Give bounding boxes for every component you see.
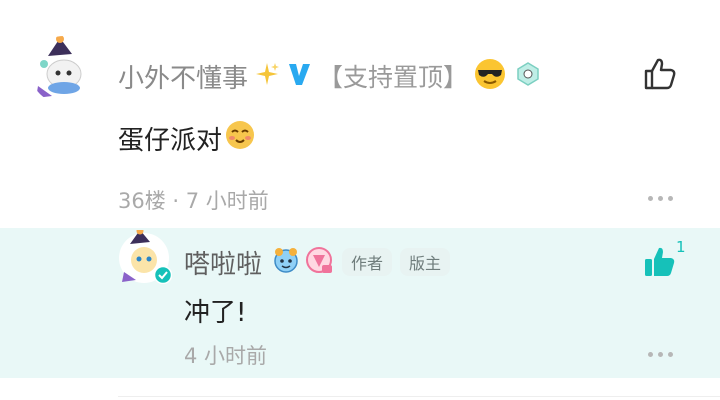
verified-v-icon [286, 61, 312, 91]
divider [118, 396, 720, 397]
reply-username[interactable]: 嗒啦啦 [184, 244, 262, 281]
pink-rank-badge-icon [304, 245, 334, 279]
blue-bear-badge-icon [272, 246, 300, 278]
reply-meta: 4 小时前 [184, 344, 268, 368]
level-badge-icon [516, 62, 540, 90]
reply-avatar[interactable] [118, 230, 172, 284]
comment-meta: 36楼 · 7 小时前 [118, 189, 269, 213]
sunglasses-emoji-icon [474, 58, 506, 94]
sparkle-icon [254, 61, 280, 91]
thumbs-up-icon[interactable] [642, 56, 678, 96]
like-count: 1 [676, 238, 686, 256]
more-icon[interactable] [648, 193, 678, 203]
author-tag: 作者 [342, 248, 393, 276]
more-icon[interactable] [648, 349, 678, 359]
pin-request-tag: 【支持置顶】 [318, 63, 469, 92]
verified-check-icon [154, 266, 172, 284]
username[interactable]: 小外不懂事 [118, 58, 248, 95]
blush-smile-emoji-icon [224, 119, 256, 158]
thumbs-up-filled-icon[interactable] [642, 244, 678, 284]
reply-item: 嗒啦啦 作者 版主 1 冲了! 4 小时前 [0, 228, 720, 378]
comment-text: 蛋仔派对 [118, 118, 256, 158]
moderator-tag: 版主 [400, 248, 451, 276]
reply-text: 冲了! [184, 297, 247, 328]
user-avatar[interactable] [30, 36, 98, 104]
comment-item: 小外不懂事 【支持置顶】 蛋仔派对 36楼 · 7 小时前 [0, 0, 720, 228]
